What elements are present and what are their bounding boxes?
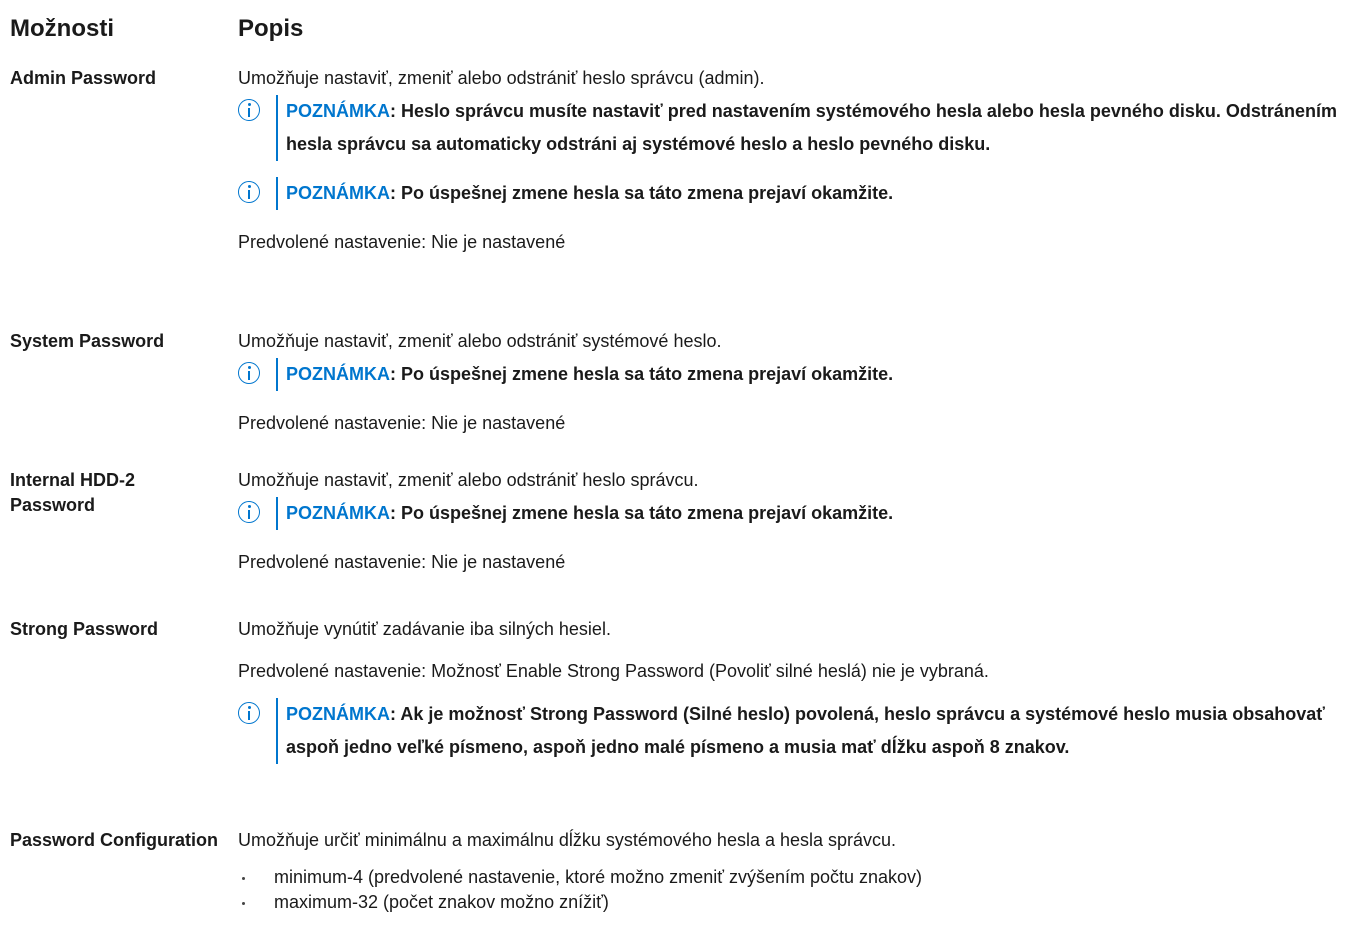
- list-item: minimum-4 (predvolené nastavenie, ktoré …: [238, 865, 1352, 890]
- note-label: POZNÁMKA: [286, 704, 390, 724]
- note-text: POZNÁMKA: Po úspešnej zmene hesla sa tát…: [276, 497, 1352, 530]
- note-content: : Po úspešnej zmene hesla sa táto zmena …: [390, 183, 894, 203]
- note: POZNÁMKA: Po úspešnej zmene hesla sa tát…: [238, 177, 1352, 210]
- info-icon: [238, 181, 260, 203]
- info-icon: [238, 362, 260, 384]
- note-label: POZNÁMKA: [286, 101, 390, 121]
- option-password-configuration: Password Configuration: [10, 830, 219, 850]
- description-strong-password: Umožňuje vynútiť zadávanie iba silných h…: [238, 617, 1352, 764]
- description-text: Umožňuje nastaviť, zmeniť alebo odstráni…: [238, 470, 699, 490]
- description-system-password: Umožňuje nastaviť, zmeniť alebo odstráni…: [238, 329, 1352, 436]
- column-header-options: Možnosti: [10, 15, 114, 42]
- default-value: Predvolené nastavenie: Nie je nastavené: [238, 232, 566, 252]
- note-text: POZNÁMKA: Po úspešnej zmene hesla sa tát…: [276, 177, 1352, 210]
- note-content: : Po úspešnej zmene hesla sa táto zmena …: [390, 364, 894, 384]
- info-icon: [238, 501, 260, 523]
- description-text: Umožňuje vynútiť zadávanie iba silných h…: [238, 619, 611, 639]
- note-content: : Ak je možnosť Strong Password (Silné h…: [286, 704, 1325, 757]
- description-internal-hdd-2-password: Umožňuje nastaviť, zmeniť alebo odstráni…: [238, 468, 1352, 575]
- description-text: Umožňuje určiť minimálnu a maximálnu dĺž…: [238, 830, 897, 850]
- note-content: : Po úspešnej zmene hesla sa táto zmena …: [390, 503, 894, 523]
- description-admin-password: Umožňuje nastaviť, zmeniť alebo odstráni…: [238, 66, 1352, 255]
- info-icon: [238, 702, 260, 724]
- note: POZNÁMKA: Heslo správcu musíte nastaviť …: [238, 95, 1352, 161]
- info-icon: [238, 99, 260, 121]
- list-item: maximum-32 (počet znakov možno znížiť): [238, 890, 1352, 915]
- bullet-list: minimum-4 (predvolené nastavenie, ktoré …: [238, 865, 1352, 915]
- note-label: POZNÁMKA: [286, 183, 390, 203]
- option-system-password: System Password: [10, 331, 165, 351]
- description-text: Umožňuje nastaviť, zmeniť alebo odstráni…: [238, 68, 765, 88]
- column-header-description: Popis: [238, 15, 304, 42]
- note-label: POZNÁMKA: [286, 503, 390, 523]
- note: POZNÁMKA: Ak je možnosť Strong Password …: [238, 698, 1352, 764]
- note-text: POZNÁMKA: Po úspešnej zmene hesla sa tát…: [276, 358, 1352, 391]
- default-value: Predvolené nastavenie: Možnosť Enable St…: [238, 661, 989, 681]
- option-strong-password: Strong Password: [10, 619, 159, 639]
- description-password-configuration: Umožňuje určiť minimálnu a maximálnu dĺž…: [238, 828, 1352, 915]
- note-label: POZNÁMKA: [286, 364, 390, 384]
- default-value: Predvolené nastavenie: Nie je nastavené: [238, 552, 566, 572]
- default-value: Predvolené nastavenie: Nie je nastavené: [238, 413, 566, 433]
- note-text: POZNÁMKA: Ak je možnosť Strong Password …: [276, 698, 1352, 764]
- note-content: : Heslo správcu musíte nastaviť pred nas…: [286, 101, 1337, 154]
- note: POZNÁMKA: Po úspešnej zmene hesla sa tát…: [238, 358, 1352, 391]
- option-admin-password: Admin Password: [10, 68, 157, 88]
- description-text: Umožňuje nastaviť, zmeniť alebo odstráni…: [238, 331, 722, 351]
- note: POZNÁMKA: Po úspešnej zmene hesla sa tát…: [238, 497, 1352, 530]
- note-text: POZNÁMKA: Heslo správcu musíte nastaviť …: [276, 95, 1352, 161]
- option-internal-hdd-2-password: Internal HDD-2 Password: [10, 470, 136, 515]
